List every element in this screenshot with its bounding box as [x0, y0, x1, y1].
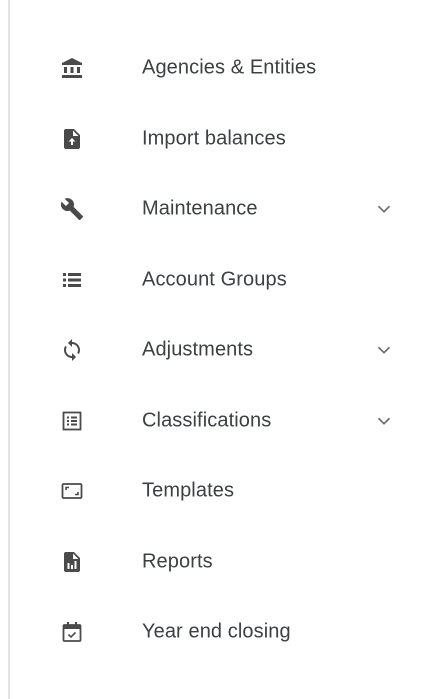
bank-icon: [60, 56, 84, 80]
sidebar-item-maintenance[interactable]: Maintenance: [0, 174, 435, 245]
sidebar-item-templates[interactable]: Templates: [0, 456, 435, 527]
sidebar-item-agencies-entities[interactable]: Agencies & Entities: [0, 33, 435, 104]
list-box-icon: [60, 409, 84, 433]
chevron-down-icon[interactable]: [373, 198, 395, 220]
chevron-down-icon[interactable]: [373, 410, 395, 432]
sidebar-item-label: Templates: [142, 479, 235, 502]
sidebar-item-account-groups[interactable]: Account Groups: [0, 245, 435, 316]
sidebar-item-label: Import balances: [142, 127, 286, 150]
sidebar-item-label: Maintenance: [142, 197, 258, 220]
sidebar-item-reports[interactable]: Reports: [0, 527, 435, 598]
sidebar-nav: Agencies & Entities Import balances Main…: [0, 0, 435, 699]
sidebar-item-label: Reports: [142, 550, 213, 573]
sidebar-item-adjustments[interactable]: Adjustments: [0, 315, 435, 386]
aspect-ratio-icon: [60, 479, 84, 503]
sidebar-item-year-end-closing[interactable]: Year end closing: [0, 597, 435, 668]
sidebar-item-label: Classifications: [142, 409, 272, 432]
sidebar-menu: Agencies & Entities Import balances Main…: [0, 33, 435, 668]
sidebar-item-label: Account Groups: [142, 268, 287, 291]
list-icon: [60, 268, 84, 292]
file-chart-icon: [60, 550, 84, 574]
file-upload-icon: [60, 127, 84, 151]
sidebar-item-label: Adjustments: [142, 338, 254, 361]
sidebar-item-label: Agencies & Entities: [142, 56, 317, 79]
sync-icon: [60, 338, 84, 362]
sidebar-item-classifications[interactable]: Classifications: [0, 386, 435, 457]
sidebar-item-label: Year end closing: [142, 620, 291, 643]
calendar-check-icon: [60, 620, 84, 644]
wrench-icon: [60, 197, 84, 221]
chevron-down-icon[interactable]: [373, 339, 395, 361]
sidebar-item-import-balances[interactable]: Import balances: [0, 104, 435, 175]
